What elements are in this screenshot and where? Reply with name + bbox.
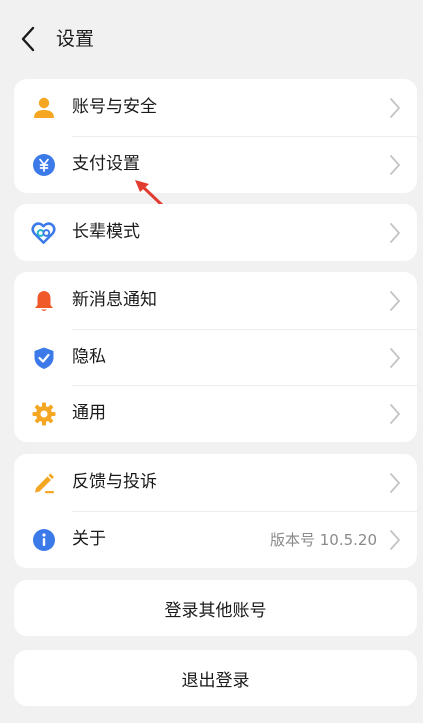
settings-item-label: 账号与安全: [72, 97, 157, 117]
switch-account-label: 登录其他账号: [164, 600, 267, 621]
bell-icon: [31, 288, 56, 313]
settings-item-label: 新消息通知: [72, 290, 157, 310]
settings-item-label: 支付设置: [72, 154, 140, 174]
logout-label: 退出登录: [181, 670, 250, 691]
back-button[interactable]: [16, 24, 40, 54]
heart-link-icon: [31, 220, 56, 245]
switch-account-button[interactable]: 登录其他账号: [14, 580, 417, 636]
info-icon: [31, 527, 56, 552]
chevron-right-icon: [390, 98, 400, 118]
settings-item-elder-mode[interactable]: 长辈模式: [14, 204, 417, 261]
chevron-right-icon: [390, 473, 400, 493]
chevron-left-icon: [21, 26, 35, 52]
chevron-right-icon: [390, 530, 400, 550]
chevron-right-icon: [390, 223, 400, 243]
settings-item-general[interactable]: 通用: [14, 385, 417, 442]
chevron-right-icon: [390, 291, 400, 311]
settings-group-elder: 长辈模式: [14, 204, 417, 261]
yuan-icon: [31, 152, 56, 177]
settings-item-about[interactable]: 关于 版本号 10.5.20: [14, 511, 417, 568]
settings-group-general: 新消息通知 隐私 通用: [14, 272, 417, 442]
shield-icon: [31, 345, 56, 370]
settings-item-label: 关于: [72, 529, 106, 549]
settings-item-payment[interactable]: 支付设置: [14, 136, 417, 193]
chevron-right-icon: [390, 404, 400, 424]
settings-item-feedback[interactable]: 反馈与投诉: [14, 454, 417, 511]
settings-item-label: 反馈与投诉: [72, 472, 157, 492]
pen-icon: [31, 470, 56, 495]
header: 设置: [0, 0, 423, 78]
settings-item-notifications[interactable]: 新消息通知: [14, 272, 417, 329]
chevron-right-icon: [390, 155, 400, 175]
settings-group-account: 账号与安全 支付设置: [14, 79, 417, 193]
gear-icon: [31, 401, 56, 426]
chevron-right-icon: [390, 348, 400, 368]
logout-button[interactable]: 退出登录: [14, 650, 417, 706]
user-icon: [31, 95, 56, 120]
settings-item-account-security[interactable]: 账号与安全: [14, 79, 417, 136]
version-number: 版本号 10.5.20: [269, 531, 377, 549]
settings-item-label: 隐私: [72, 347, 106, 367]
settings-item-privacy[interactable]: 隐私: [14, 329, 417, 386]
page-title: 设置: [56, 28, 95, 50]
settings-item-label: 长辈模式: [72, 222, 140, 242]
settings-item-label: 通用: [72, 403, 106, 423]
settings-group-about: 反馈与投诉 关于 版本号 10.5.20: [14, 454, 417, 568]
